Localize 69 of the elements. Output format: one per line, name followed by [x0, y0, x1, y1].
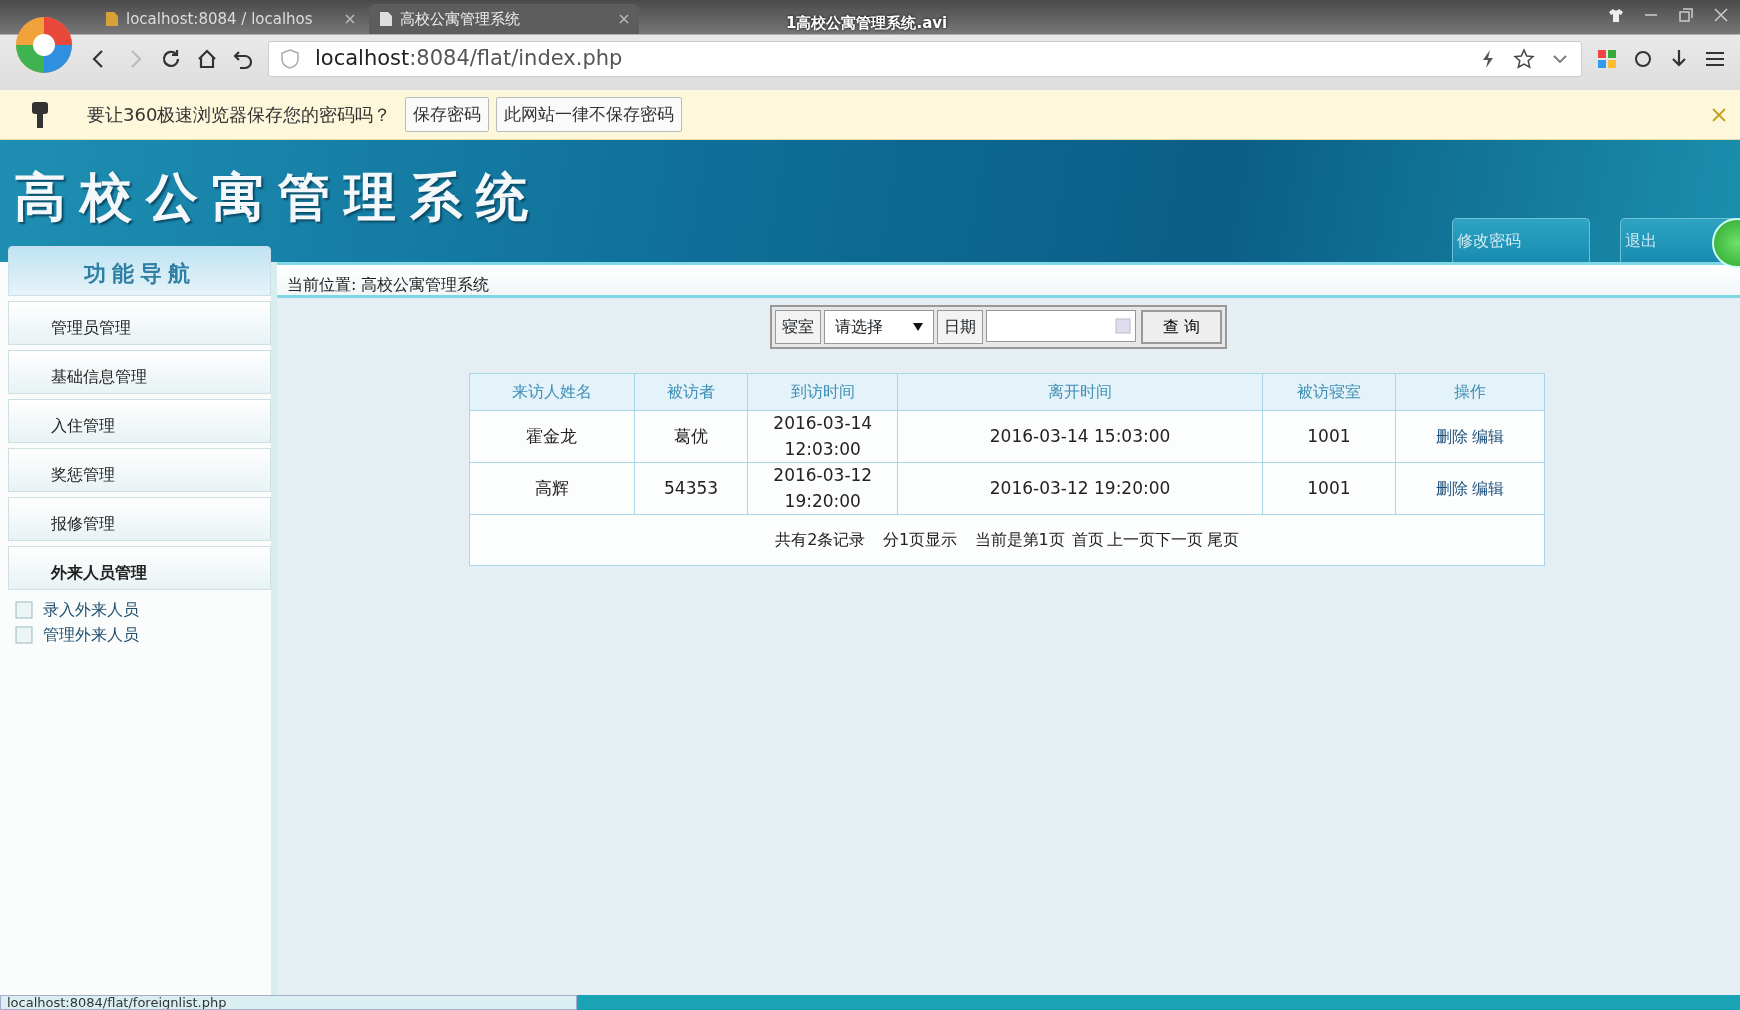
close-icon[interactable] — [345, 14, 355, 25]
page-icon — [378, 11, 393, 27]
sidebar-item[interactable]: 管理员管理 — [8, 301, 271, 345]
system-title: 高校公寓管理系统 — [13, 166, 543, 229]
nav-title: 功能导航 — [8, 246, 271, 296]
browser-tab[interactable]: localhost:8084 / localhos — [95, 4, 365, 34]
close-icon[interactable] — [1714, 8, 1728, 22]
home-icon[interactable] — [196, 48, 218, 70]
browser-logo-icon — [15, 16, 73, 74]
document-icon — [15, 625, 33, 644]
document-icon — [15, 600, 33, 619]
action-link[interactable]: 编辑 — [1472, 426, 1504, 446]
column-header: 离开时间 — [897, 373, 1263, 411]
sidebar-item[interactable]: 报修管理 — [8, 497, 271, 541]
dorm-select[interactable]: 请选择 — [823, 310, 934, 344]
sidebar-item[interactable]: 入住管理 — [8, 399, 271, 443]
sidebar-item[interactable]: 奖惩管理 — [8, 448, 271, 492]
browser-tab[interactable]: 高校公寓管理系统 — [368, 4, 639, 34]
action-link[interactable]: 编辑 — [1472, 478, 1504, 498]
pager-link[interactable]: 上一页下一页 — [1107, 528, 1204, 552]
date-field[interactable] — [985, 310, 1136, 342]
column-header: 操作 — [1395, 373, 1545, 411]
caret-icon — [912, 323, 923, 331]
page-count: 分1页显示 — [882, 529, 958, 551]
breadcrumb: 当前位置: 高校公寓管理系统 — [277, 262, 1740, 298]
password-prompt: 要让360极速浏览器保存您的密码吗？ — [87, 103, 392, 127]
column-header: 被访寝室 — [1262, 373, 1396, 411]
password-bar-button[interactable]: 此网站一律不保存密码 — [496, 96, 683, 133]
restore-icon[interactable] — [1679, 8, 1693, 22]
shield-icon — [279, 48, 301, 70]
sidebar-subitem[interactable]: 管理外来人员 — [33, 622, 139, 647]
status-url: localhost:8084/flat/foreignlist.php — [0, 995, 577, 1010]
column-header: 到访时间 — [747, 373, 898, 411]
current-page: 当前是第1页 — [974, 529, 1065, 551]
page-icon — [105, 11, 119, 27]
star-icon[interactable] — [1513, 48, 1535, 70]
video-title: 1高校公寓管理系统.avi — [786, 13, 948, 34]
action-link[interactable]: 删除 — [1436, 426, 1468, 446]
dorm-label: 寝室 — [774, 310, 821, 344]
undo-icon[interactable] — [232, 48, 254, 70]
reload-icon[interactable] — [160, 48, 182, 70]
pager-link[interactable]: 首页 — [1071, 528, 1104, 552]
table-cell: 葛优 — [634, 410, 748, 463]
record-count: 共有2条记录 — [775, 529, 866, 551]
table-cell: 2016-03-14 15:03:00 — [897, 410, 1263, 463]
table-cell: 霍金龙 — [469, 410, 635, 463]
url-text: localhost:8084/flat/index.php — [315, 45, 624, 73]
apps-grid-icon[interactable] — [1596, 48, 1618, 70]
table-cell: 2016-03-12 19:20:00 — [747, 462, 898, 515]
table-cell: 高辉 — [469, 462, 635, 515]
column-header: 被访者 — [634, 373, 748, 411]
address-bar[interactable]: localhost:8084/flat/index.php — [268, 41, 1582, 77]
date-label: 日期 — [936, 310, 983, 344]
key-icon — [32, 101, 48, 128]
sidebar-item[interactable]: 外来人员管理 — [8, 546, 271, 590]
table-cell: 54353 — [634, 462, 748, 515]
sidebar-subitem[interactable]: 录入外来人员 — [33, 597, 139, 622]
table-cell: 2016-03-14 12:03:00 — [747, 410, 898, 463]
shirt-icon[interactable] — [1609, 8, 1623, 22]
query-button[interactable]: 查 询 — [1140, 310, 1223, 344]
password-bar-button[interactable]: 保存密码 — [405, 96, 490, 133]
table-cell: 2016-03-12 19:20:00 — [897, 462, 1263, 515]
pager-link[interactable]: 尾页 — [1206, 528, 1239, 552]
action-link[interactable]: 删除 — [1436, 478, 1468, 498]
table-cell: 1001 — [1262, 462, 1396, 515]
close-icon[interactable] — [618, 14, 629, 25]
sidebar-item[interactable]: 基础信息管理 — [8, 350, 271, 394]
table-cell: 1001 — [1262, 410, 1396, 463]
column-header: 来访人姓名 — [469, 373, 635, 411]
